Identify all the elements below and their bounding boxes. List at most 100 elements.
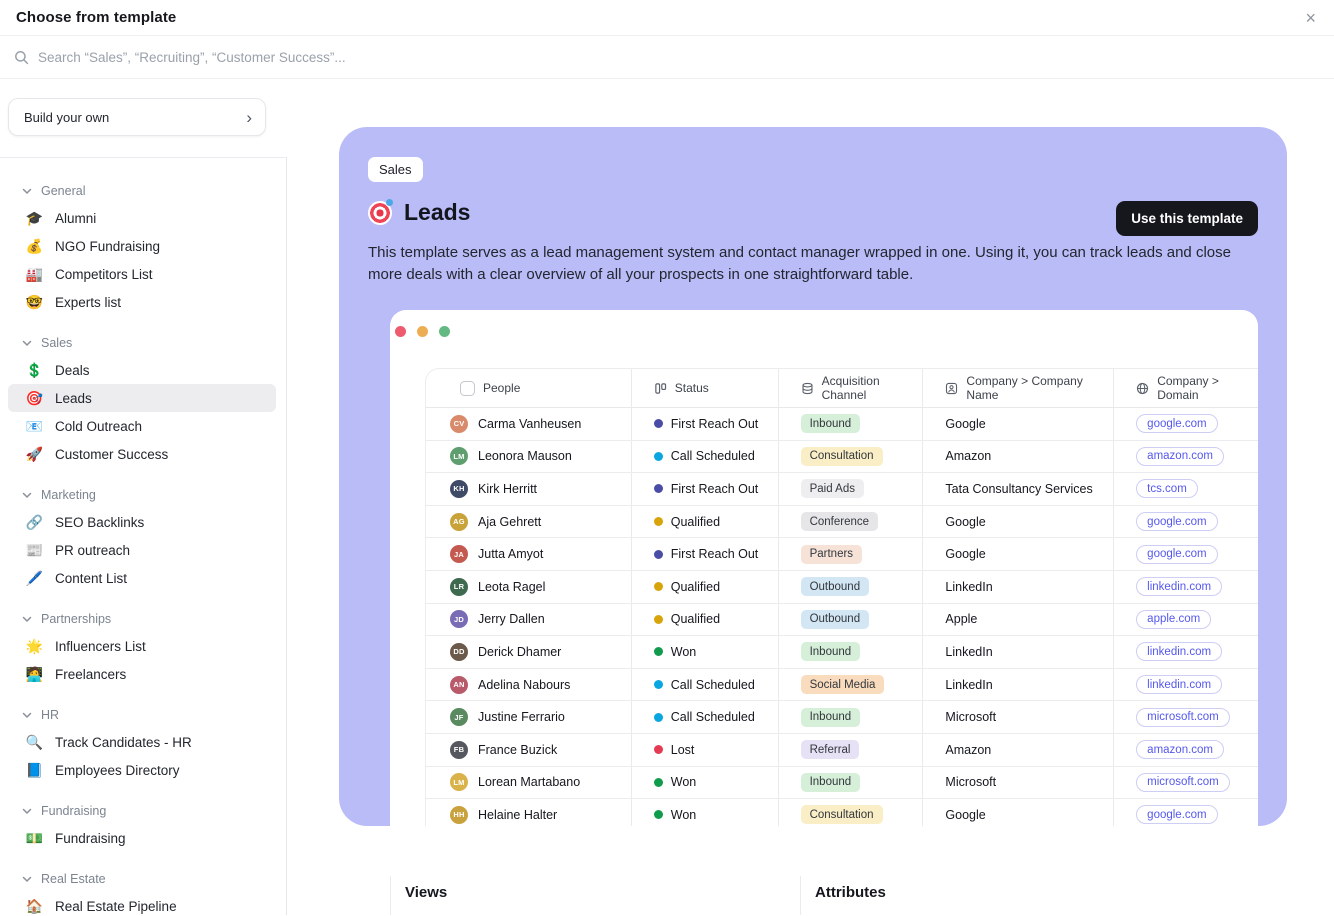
domain-pill[interactable]: tcs.com [1136,479,1198,498]
template-card: Sales Leads Use this template This templ… [339,127,1287,826]
company-name: Apple [945,612,977,626]
sidebar-item-alumni[interactable]: 🎓 Alumni [8,204,276,232]
person-name: France Buzick [478,743,557,757]
domain-pill[interactable]: google.com [1136,805,1217,824]
search-bar [0,35,1334,79]
sidebar-item-pr-outreach[interactable]: 📰 PR outreach [8,536,276,564]
domain-pill[interactable]: microsoft.com [1136,773,1230,792]
avatar: DD [450,643,468,661]
column-header-domain[interactable]: Company > Domain [1113,369,1258,407]
blue-book-icon: 📘 [25,763,44,777]
column-header-company-name[interactable]: Company > Company Name [922,369,1113,407]
template-description: This template serves as a lead managemen… [368,242,1248,286]
company-name: Google [945,808,985,822]
status-label: Call Scheduled [671,678,755,692]
domain-pill[interactable]: amazon.com [1136,740,1224,759]
sidebar-item-label: Freelancers [55,667,126,682]
sidebar-section-header[interactable]: Real Estate [0,866,276,892]
table-row[interactable]: LRLeota Ragel Qualified Outbound LinkedI… [426,571,1258,604]
sidebar-item-deals[interactable]: 💲 Deals [8,356,276,384]
domain-pill[interactable]: google.com [1136,414,1217,433]
sidebar-item-label: Real Estate Pipeline [55,899,177,914]
table-row[interactable]: KHKirk Herritt First Reach Out Paid Ads … [426,473,1258,506]
sidebar-item-ngo-fundraising[interactable]: 💰 NGO Fundraising [8,232,276,260]
nerd-face-icon: 🤓 [25,295,44,309]
sidebar-item-competitors-list[interactable]: 🏭 Competitors List [8,260,276,288]
sidebar-item-content-list[interactable]: 🖊️ Content List [8,564,276,592]
table-row[interactable]: LMLorean Martabano Won Inbound Microsoft… [426,767,1258,800]
sidebar-section-header[interactable]: Sales [0,330,276,356]
status-dot [654,680,663,689]
avatar: AG [450,513,468,531]
channel-badge: Inbound [801,708,861,727]
avatar: KH [450,480,468,498]
table-row[interactable]: HHHelaine Halter Won Consultation Google… [426,799,1258,826]
sidebar-section-label: Sales [41,336,72,350]
table-row[interactable]: JFJustine Ferrario Call Scheduled Inboun… [426,701,1258,734]
star-icon: 🌟 [25,639,44,653]
sidebar-section-label: Partnerships [41,612,111,626]
sidebar-item-influencers-list[interactable]: 🌟 Influencers List [8,632,276,660]
sidebar-item-leads[interactable]: 🎯 Leads [8,384,276,412]
person-name: Justine Ferrario [478,710,565,724]
column-header-people[interactable]: People [426,369,631,407]
status-label: Qualified [671,612,720,626]
table-row[interactable]: CVCarma Vanheusen First Reach Out Inboun… [426,408,1258,441]
sidebar-item-label: NGO Fundraising [55,239,160,254]
sidebar-section-header[interactable]: Fundraising [0,798,276,824]
table-row[interactable]: AGAja Gehrett Qualified Conference Googl… [426,506,1258,539]
domain-pill[interactable]: linkedin.com [1136,577,1222,596]
sidebar-item-employees-directory[interactable]: 📘 Employees Directory [8,756,276,784]
sidebar-section-header[interactable]: Partnerships [0,606,276,632]
domain-pill[interactable]: google.com [1136,512,1217,531]
sidebar-item-cold-outreach[interactable]: 📧 Cold Outreach [8,412,276,440]
status-dot [654,713,663,722]
category-badge: Sales [368,157,423,182]
close-icon[interactable]: × [1305,9,1316,27]
sidebar-item-customer-success[interactable]: 🚀 Customer Success [8,440,276,468]
sidebar-section-header[interactable]: General [0,178,276,204]
table-row[interactable]: FBFrance Buzick Lost Referral Amazon ama… [426,734,1258,767]
status-label: Qualified [671,515,720,529]
person-name: Lorean Martabano [478,775,580,789]
company-name: LinkedIn [945,678,992,692]
status-dot [654,615,663,624]
sidebar-item-experts-list[interactable]: 🤓 Experts list [8,288,276,316]
status-dot [654,419,663,428]
table-row[interactable]: LMLeonora Mauson Call Scheduled Consulta… [426,441,1258,474]
sidebar-item-label: PR outreach [55,543,130,558]
table-row[interactable]: JAJutta Amyot First Reach Out Partners G… [426,538,1258,571]
column-header-status[interactable]: Status [631,369,778,407]
sidebar-item-track-candidates-hr[interactable]: 🔍 Track Candidates - HR [8,728,276,756]
table-row[interactable]: DDDerick Dhamer Won Inbound LinkedIn lin… [426,636,1258,669]
domain-pill[interactable]: linkedin.com [1136,675,1222,694]
domain-pill[interactable]: apple.com [1136,610,1211,629]
sidebar-item-seo-backlinks[interactable]: 🔗 SEO Backlinks [8,508,276,536]
search-input[interactable] [38,50,1318,65]
use-template-button[interactable]: Use this template [1116,201,1258,236]
table-row[interactable]: JDJerry Dallen Qualified Outbound Apple … [426,604,1258,637]
attributes-title: Attributes [815,884,1210,901]
channel-badge: Inbound [801,642,861,661]
sidebar-item-freelancers[interactable]: 🧑‍💻 Freelancers [8,660,276,688]
checkbox-icon[interactable] [460,381,475,396]
globe-icon [1136,382,1149,395]
domain-pill[interactable]: microsoft.com [1136,708,1230,727]
contact-icon [945,382,958,395]
sidebar-section-header[interactable]: HR [0,702,276,728]
domain-pill[interactable]: linkedin.com [1136,642,1222,661]
chevron-right-icon: › [246,109,252,126]
company-name: Amazon [945,449,991,463]
sidebar-section: Partnerships 🌟 Influencers List 🧑‍💻 Free… [0,606,276,688]
build-your-own-button[interactable]: Build your own › [8,98,266,136]
sidebar-item-fundraising[interactable]: 💵 Fundraising [8,824,276,852]
sidebar-section-header[interactable]: Marketing [0,482,276,508]
sidebar-item-real-estate-pipeline[interactable]: 🏠 Real Estate Pipeline [8,892,276,915]
domain-pill[interactable]: amazon.com [1136,447,1224,466]
column-header-acquisition-channel[interactable]: Acquisition Channel [778,369,923,407]
banknote-icon: 💵 [25,831,44,845]
domain-pill[interactable]: google.com [1136,545,1217,564]
template-sidebar: Build your own › General 🎓 Alumni 💰 NGO … [0,79,287,915]
company-name: Google [945,547,985,561]
table-row[interactable]: ANAdelina Nabours Call Scheduled Social … [426,669,1258,702]
